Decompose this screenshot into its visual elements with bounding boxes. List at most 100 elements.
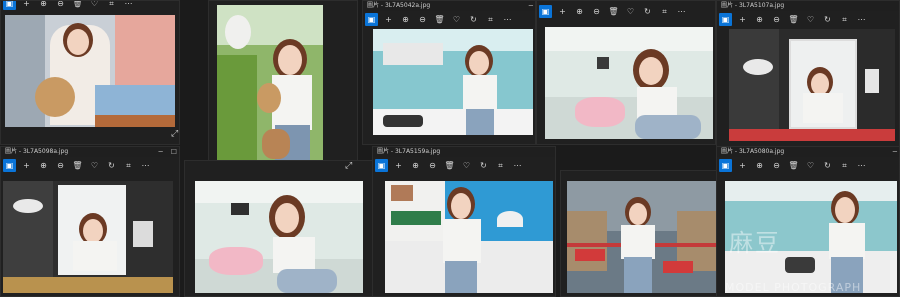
expand-icon[interactable]: ⤢: [171, 129, 178, 139]
photo: [373, 29, 533, 135]
zoom-in-icon[interactable]: ⊕: [573, 5, 586, 18]
toolbar: ▣ + ⊕ ⊖ 🗑 ♡ ↻ ⌗ ⋯: [537, 3, 715, 20]
photo-viewer-window-2: ⤢: [208, 0, 358, 170]
zoom-out-icon[interactable]: ⊖: [770, 159, 783, 172]
add-icon[interactable]: +: [556, 5, 569, 18]
more-icon[interactable]: ⋯: [122, 1, 135, 10]
photo-viewer-window-3: 圖片 - 3L7A5042a.jpg ─ ▣ + ⊕ ⊖ 🗑 ♡ ↻ ⌗ ⋯: [362, 0, 536, 145]
minimize-icon[interactable]: ─: [893, 147, 897, 157]
toolbar: ▣ + ⊕ ⊖ 🗑 ♡ ↻ ⌗ ⋯: [1, 157, 179, 174]
delete-icon[interactable]: 🗑: [443, 159, 456, 172]
photo-viewer-window-10: 圖片 - 3L7A5080a.jpg ─ ▣ + ⊕ ⊖ 🗑 ♡ ↻ ⌗ ⋯ 麻豆 MODEL …: [716, 146, 900, 297]
window-controls: ─ ☐: [159, 147, 178, 157]
info-icon[interactable]: ▣: [375, 159, 388, 172]
expand-icon[interactable]: ⤢: [345, 161, 352, 171]
toolbar: ▣ + ⊕ ⊖ 🗑 ♡ ↻ ⌗ ⋯: [363, 11, 535, 28]
delete-icon[interactable]: 🗑: [71, 159, 84, 172]
info-icon[interactable]: ▣: [719, 159, 732, 172]
heart-icon[interactable]: ♡: [88, 159, 101, 172]
photo: [729, 29, 895, 141]
heart-icon[interactable]: ♡: [460, 159, 473, 172]
rotate-icon[interactable]: ↻: [641, 5, 654, 18]
delete-icon[interactable]: 🗑: [433, 13, 446, 26]
info-icon[interactable]: ▣: [3, 159, 16, 172]
photo-viewer-window-1: ▣ + ⊕ ⊖ 🗑 ♡ ⌗ ⋯ ⤢: [0, 0, 180, 145]
window-title: 圖片 - 3L7A5107a.jpg: [717, 1, 899, 11]
watermark-logo: 麻豆: [729, 229, 781, 257]
more-icon[interactable]: ⋯: [501, 13, 514, 26]
zoom-out-icon[interactable]: ⊖: [426, 159, 439, 172]
add-icon[interactable]: +: [20, 1, 33, 10]
toolbar: ▣ + ⊕ ⊖ 🗑 ♡ ↻ ⌗ ⋯: [373, 157, 555, 174]
add-icon[interactable]: +: [736, 13, 749, 26]
info-icon[interactable]: ▣: [719, 13, 732, 26]
maximize-icon[interactable]: ☐: [171, 147, 177, 157]
info-icon[interactable]: ▣: [3, 1, 16, 10]
zoom-in-icon[interactable]: ⊕: [753, 159, 766, 172]
add-icon[interactable]: +: [736, 159, 749, 172]
rotate-icon[interactable]: ↻: [467, 13, 480, 26]
heart-icon[interactable]: ♡: [624, 5, 637, 18]
zoom-in-icon[interactable]: ⊕: [753, 13, 766, 26]
zoom-in-icon[interactable]: ⊕: [409, 159, 422, 172]
info-icon[interactable]: ▣: [539, 5, 552, 18]
zoom-in-icon[interactable]: ⊕: [37, 1, 50, 10]
zoom-in-icon[interactable]: ⊕: [399, 13, 412, 26]
add-icon[interactable]: +: [20, 159, 33, 172]
photo: [3, 181, 173, 293]
photo: [195, 181, 363, 293]
zoom-in-icon[interactable]: ⊕: [37, 159, 50, 172]
zoom-out-icon[interactable]: ⊖: [416, 13, 429, 26]
crop-icon[interactable]: ⌗: [658, 5, 671, 18]
heart-icon[interactable]: ♡: [804, 13, 817, 26]
crop-icon[interactable]: ⌗: [838, 159, 851, 172]
minimize-icon[interactable]: ─: [529, 1, 533, 11]
zoom-out-icon[interactable]: ⊖: [590, 5, 603, 18]
photo: [217, 5, 323, 163]
zoom-out-icon[interactable]: ⊖: [54, 159, 67, 172]
crop-icon[interactable]: ⌗: [494, 159, 507, 172]
photo-viewer-window-7: ⤢: [184, 160, 374, 297]
heart-icon[interactable]: ♡: [804, 159, 817, 172]
crop-icon[interactable]: ⌗: [105, 1, 118, 10]
heart-icon[interactable]: ♡: [450, 13, 463, 26]
more-icon[interactable]: ⋯: [675, 5, 688, 18]
more-icon[interactable]: ⋯: [511, 159, 524, 172]
photo: [385, 181, 553, 293]
more-icon[interactable]: ⋯: [855, 159, 868, 172]
window-title: 圖片 - 3L7A5159a.jpg: [373, 147, 555, 157]
more-icon[interactable]: ⋯: [855, 13, 868, 26]
photo-viewer-window-8: 圖片 - 3L7A5159a.jpg ▣ + ⊕ ⊖ 🗑 ♡ ↻ ⌗ ⋯: [372, 146, 556, 297]
heart-icon[interactable]: ♡: [88, 1, 101, 10]
window-title: 圖片 - 3L7A5098a.jpg: [1, 147, 179, 157]
info-icon[interactable]: ▣: [365, 13, 378, 26]
zoom-out-icon[interactable]: ⊖: [54, 1, 67, 10]
window-title: 圖片 - 3L7A5080a.jpg: [717, 147, 899, 157]
window-title: 圖片 - 3L7A5042a.jpg: [363, 1, 535, 11]
add-icon[interactable]: +: [382, 13, 395, 26]
delete-icon[interactable]: 🗑: [787, 13, 800, 26]
toolbar: ▣ + ⊕ ⊖ 🗑 ♡ ↻ ⌗ ⋯: [717, 157, 899, 174]
rotate-icon[interactable]: ↻: [477, 159, 490, 172]
photo: [545, 27, 713, 139]
delete-icon[interactable]: 🗑: [607, 5, 620, 18]
zoom-out-icon[interactable]: ⊖: [770, 13, 783, 26]
rotate-icon[interactable]: ↻: [105, 159, 118, 172]
crop-icon[interactable]: ⌗: [484, 13, 497, 26]
rotate-icon[interactable]: ↻: [821, 13, 834, 26]
crop-icon[interactable]: ⌗: [838, 13, 851, 26]
photo-viewer-window-9: [560, 170, 720, 297]
delete-icon[interactable]: 🗑: [71, 1, 84, 10]
photo: [567, 181, 717, 293]
minimize-icon[interactable]: ─: [159, 147, 163, 157]
crop-icon[interactable]: ⌗: [122, 159, 135, 172]
photo-viewer-window-4: ▣ + ⊕ ⊖ 🗑 ♡ ↻ ⌗ ⋯: [536, 0, 716, 145]
photo-viewer-window-6: 圖片 - 3L7A5098a.jpg ─ ☐ ▣ + ⊕ ⊖ 🗑 ♡ ↻ ⌗ ⋯: [0, 146, 180, 297]
toolbar: ▣ + ⊕ ⊖ 🗑 ♡ ⌗ ⋯: [1, 1, 179, 12]
rotate-icon[interactable]: ↻: [821, 159, 834, 172]
add-icon[interactable]: +: [392, 159, 405, 172]
photo-viewer-window-5: 圖片 - 3L7A5107a.jpg ▣ + ⊕ ⊖ 🗑 ♡ ↻ ⌗ ⋯: [716, 0, 900, 148]
toolbar: ▣ + ⊕ ⊖ 🗑 ♡ ↻ ⌗ ⋯: [717, 11, 899, 28]
delete-icon[interactable]: 🗑: [787, 159, 800, 172]
more-icon[interactable]: ⋯: [139, 159, 152, 172]
